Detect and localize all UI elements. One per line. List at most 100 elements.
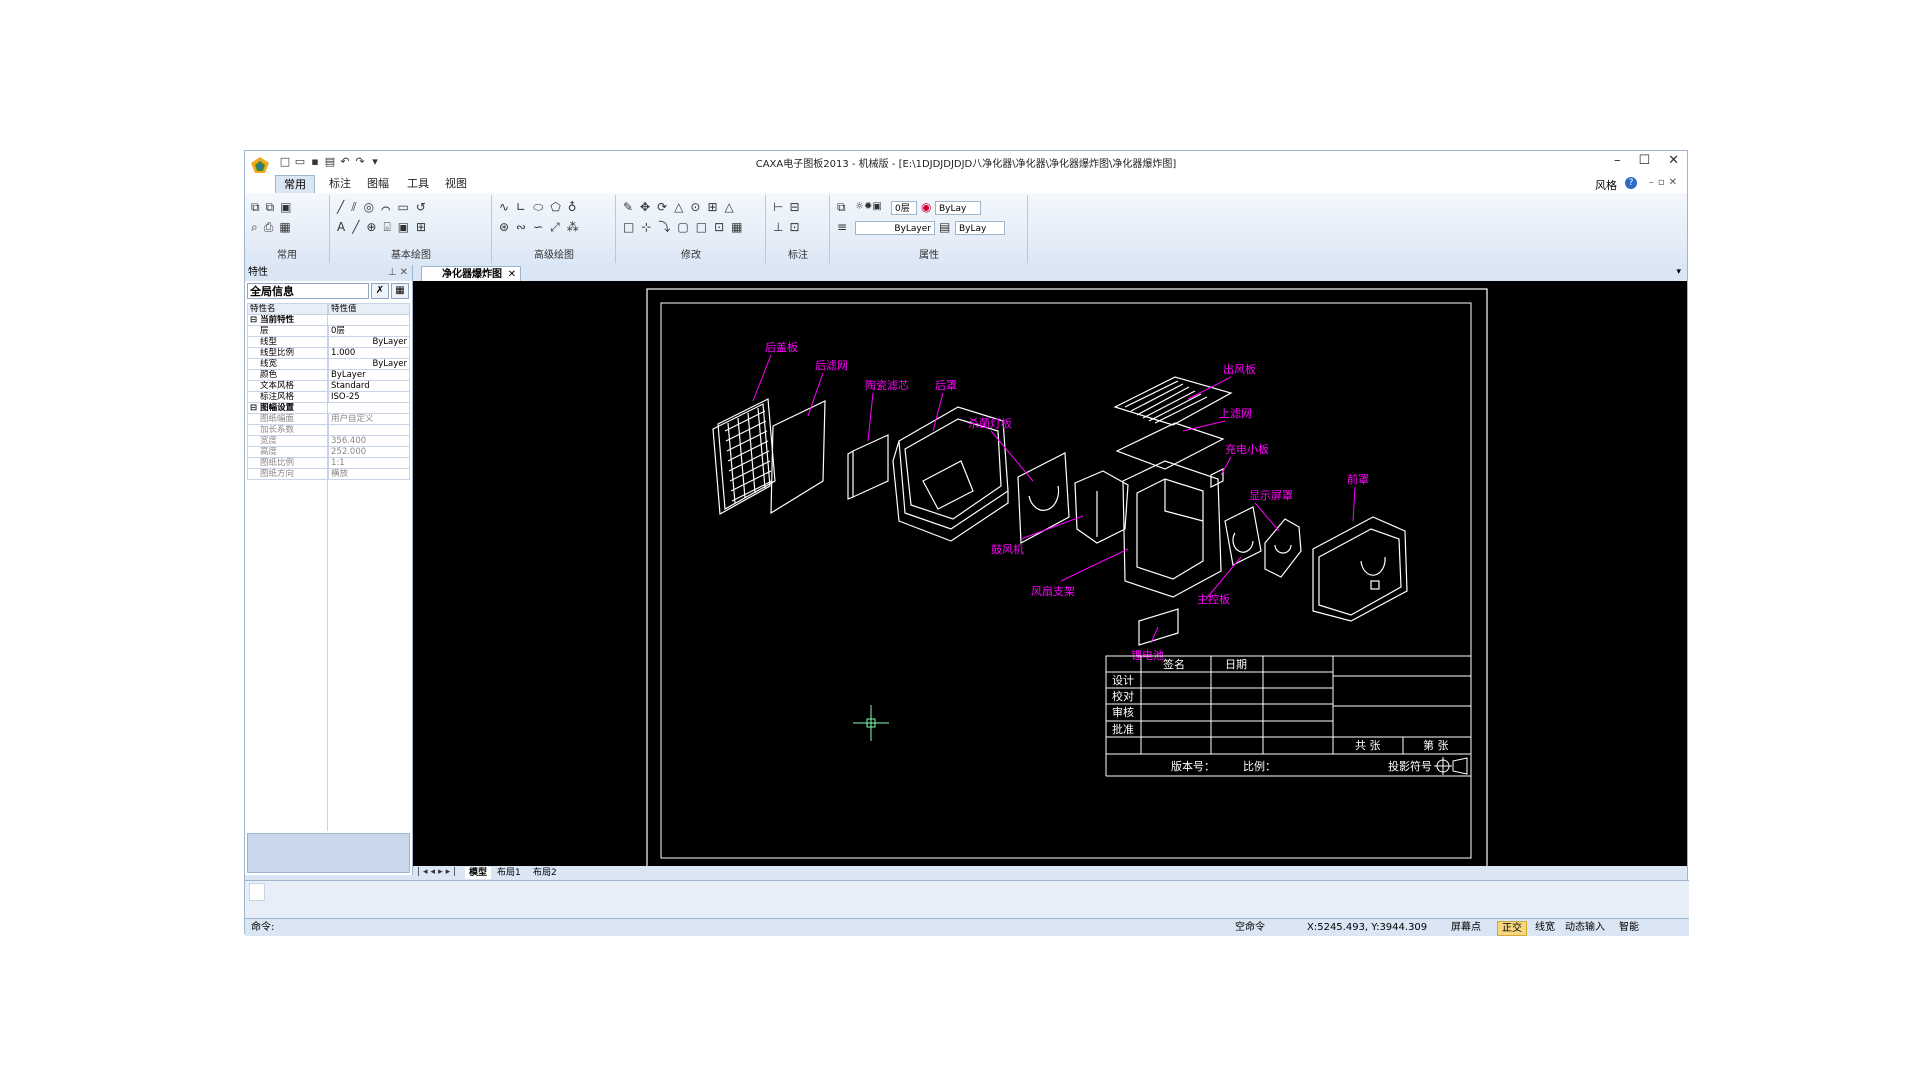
maximize-button[interactable]: ☐ — [1638, 153, 1650, 168]
tb-version: 版本号： — [1171, 759, 1215, 773]
prop-value[interactable]: 1.000 — [328, 347, 410, 359]
column-divider — [327, 303, 328, 831]
crosshair-cursor-icon — [853, 705, 889, 741]
tab-common[interactable]: 常用 — [275, 175, 315, 194]
main-board — [1224, 506, 1262, 566]
ribbon-panel: ⧉⧉▣ ⌕⎙▦ 常用 ╱⫽◎⌒▭↺ A╱⊕⌺▣⊞ 基本绘图 ∿∟⬭⬠♁ ⊛∾∽⤢… — [245, 193, 1687, 266]
prop-value[interactable]: 356.400 — [328, 435, 410, 447]
help-icon[interactable]: ? — [1625, 177, 1637, 189]
color-wheel-icon[interactable]: ◉ — [921, 199, 931, 215]
lineweight-icon[interactable]: ▤ — [939, 219, 950, 235]
label-rear-filter: 后滤网 — [815, 359, 848, 372]
prop-value[interactable] — [328, 424, 410, 436]
properties-panel-title: 特性 — [248, 267, 268, 278]
line-circle-arc-tools[interactable]: ╱⫽◎⌒▭↺ — [337, 199, 433, 215]
part-labels: 后盖板 后滤网 陶瓷滤芯 后罩 杀菌灯板 出风板 上滤网 充电小板 显示屏罩 前… — [765, 340, 1369, 662]
label-ceramic-filter: 陶瓷滤芯 — [865, 378, 909, 392]
command-history-scroll[interactable] — [249, 883, 265, 901]
linetype-combo[interactable]: ByLayer — [855, 221, 935, 235]
panel-pin-close-icon[interactable]: ⊥ ✕ — [388, 265, 408, 281]
properties-panel: 特性 ⊥ ✕ 全局信息 ✗ ▦ 特性名 特性值 ⊟ 当前特性 层 0层 线型 ByL… — [245, 265, 413, 875]
prop-value[interactable]: 0层 — [328, 325, 410, 337]
exploded-parts — [712, 376, 1408, 646]
window-title: CAXA电子图板2013 - 机械版 - [E:\1DJDJDJDJD八净化器\… — [755, 159, 1177, 170]
scope-selector[interactable]: 全局信息 — [247, 283, 369, 299]
layer-state-icons[interactable]: ☼✹▣ — [855, 199, 882, 215]
label-uv-lamp-board: 杀菌灯板 — [968, 416, 1012, 430]
status-bar: 命令: 空命令 X:5245.493, Y:3944.309 屏幕点 正交 线宽… — [245, 918, 1689, 936]
command-history-area[interactable] — [245, 880, 1689, 919]
trim-extend-tools[interactable]: □⊹⤵▢□⊡▦ — [623, 219, 749, 235]
command-prompt-label[interactable]: 命令: — [251, 921, 274, 934]
section-frame[interactable]: ⊟ 图幅设置 — [247, 402, 410, 414]
prop-value[interactable]: ByLayer — [328, 336, 410, 348]
linetype-icon[interactable]: ≡ — [837, 219, 847, 235]
prop-name: 宽度 — [247, 435, 329, 447]
prop-name: 图纸方向 — [247, 468, 329, 480]
tb-row-approve: 批准 — [1112, 722, 1134, 736]
prop-name: 颜色 — [247, 369, 329, 381]
sheet-inner-border — [660, 302, 1472, 859]
prop-name: 高度 — [247, 446, 329, 458]
minimize-button[interactable]: – — [1614, 153, 1621, 168]
smart-snap-toggle[interactable]: 智能 — [1619, 921, 1639, 934]
properties-panel-header: 特性 ⊥ ✕ — [245, 265, 412, 281]
close-tab-icon[interactable]: ✕ — [508, 267, 516, 282]
curve-tools[interactable]: ∿∟⬭⬠♁ — [499, 199, 584, 215]
prop-value[interactable]: Standard — [328, 380, 410, 392]
layout-tab-1[interactable]: 布局1 — [493, 867, 525, 879]
tb-scale: 比例： — [1243, 759, 1276, 773]
snap-mode[interactable]: 屏幕点 — [1451, 921, 1481, 934]
prop-name: 图纸幅面 — [247, 413, 329, 425]
move-copy-tools[interactable]: ✎✥⟳△⊙⊞△ — [623, 199, 741, 215]
spline-tools[interactable]: ⊛∾∽⤢⁂ — [499, 219, 586, 235]
dynamic-input-toggle[interactable]: 动态输入 — [1565, 921, 1605, 934]
document-window-controls[interactable]: –▫✕ — [1649, 177, 1681, 188]
ortho-toggle[interactable]: 正交 — [1497, 921, 1527, 936]
tb-row-review: 审核 — [1112, 705, 1134, 719]
prop-name: 标注风格 — [247, 391, 329, 403]
prop-value[interactable]: 252.000 — [328, 446, 410, 458]
layer-combo[interactable]: 0层 — [891, 201, 917, 215]
annotation-tools[interactable]: ⊥⊡ — [773, 219, 806, 235]
prop-value[interactable]: 1:1 — [328, 457, 410, 469]
dimension-tools[interactable]: ⊢⊟ — [773, 199, 806, 215]
close-button[interactable]: ✕ — [1668, 153, 1679, 168]
prop-value[interactable]: 横放 — [328, 468, 410, 480]
section-current[interactable]: ⊟ 当前特性 — [247, 314, 410, 326]
layer-manager-icon[interactable]: ⧉ — [837, 199, 846, 215]
prop-value[interactable]: ISO-25 — [328, 391, 410, 403]
lineweight-combo[interactable]: ByLay — [955, 221, 1005, 235]
label-charging-board: 充电小板 — [1225, 442, 1269, 456]
layout-tab-2[interactable]: 布局2 — [529, 867, 561, 879]
tab-list-dropdown-icon[interactable]: ▾ — [1676, 267, 1681, 277]
tb-row-check: 校对 — [1112, 689, 1134, 703]
color-combo[interactable]: ByLay — [935, 201, 981, 215]
tab-tools[interactable]: 工具 — [399, 175, 437, 193]
lineweight-toggle[interactable]: 线宽 — [1535, 921, 1555, 934]
group-label-modify: 修改 — [681, 250, 701, 261]
prop-value[interactable]: ByLayer — [328, 369, 410, 381]
label-battery: 锂电池 — [1131, 648, 1164, 662]
toggle-select-icon[interactable]: ▦ — [391, 283, 409, 299]
common-tools-row1[interactable]: ⧉⧉▣ — [251, 199, 297, 215]
prop-value[interactable]: ByLayer — [328, 358, 410, 370]
style-menu[interactable]: 风格 — [1595, 177, 1617, 193]
drawing-canvas[interactable]: 后盖板 后滤网 陶瓷滤芯 后罩 杀菌灯板 出风板 上滤网 充电小板 显示屏罩 前… — [413, 281, 1687, 888]
common-tools-row2[interactable]: ⌕⎙▦ — [251, 219, 297, 235]
document-tab[interactable]: 净化器爆炸图 ✕ — [421, 266, 521, 282]
sheet-outer-border — [646, 288, 1488, 888]
tab-view[interactable]: 视图 — [437, 175, 475, 193]
tb-total-sheets: 共 张 — [1355, 739, 1381, 752]
layout-tab-model[interactable]: 模型 — [465, 867, 492, 879]
ribbon-group-modify: ✎✥⟳△⊙⊞△ □⊹⤵▢□⊡▦ 修改 — [617, 195, 766, 263]
quick-select-icon[interactable]: ✗ — [371, 283, 389, 299]
ribbon-group-dimension: ⊢⊟ ⊥⊡ 标注 — [767, 195, 830, 263]
tb-header-signature: 签名 — [1163, 657, 1185, 671]
tab-frame[interactable]: 图幅 — [359, 175, 397, 193]
rear-filter — [770, 400, 826, 515]
prop-value[interactable]: 用户自定义 — [328, 413, 410, 425]
layout-nav-arrows-icon[interactable]: |◂◂▸▸| — [417, 867, 459, 877]
text-hatch-tools[interactable]: A╱⊕⌺▣⊞ — [337, 219, 433, 235]
tab-annotate[interactable]: 标注 — [321, 175, 359, 193]
